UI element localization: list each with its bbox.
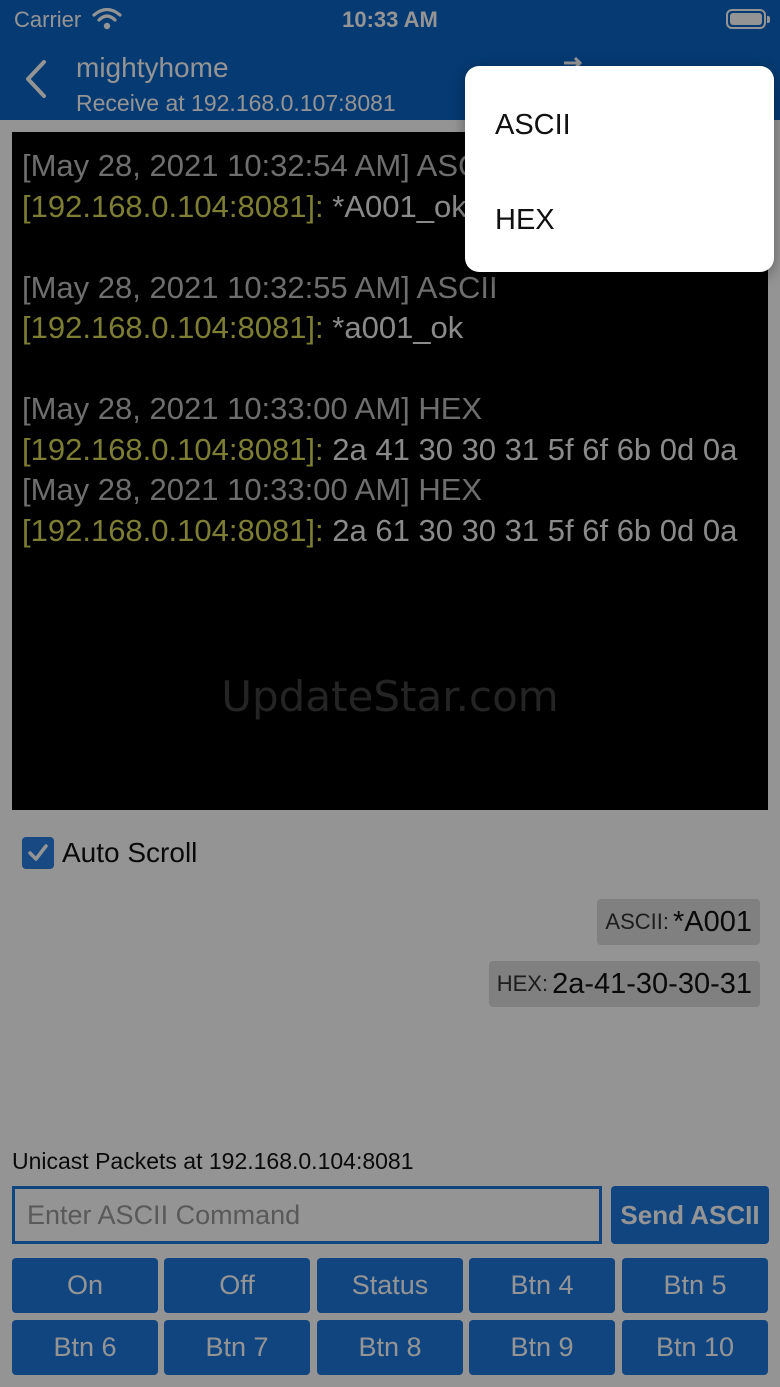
menu-item-hex[interactable]: HEX [495, 204, 555, 237]
format-popup-menu: ASCII HEX [465, 66, 774, 272]
menu-item-ascii[interactable]: ASCII [495, 109, 571, 142]
